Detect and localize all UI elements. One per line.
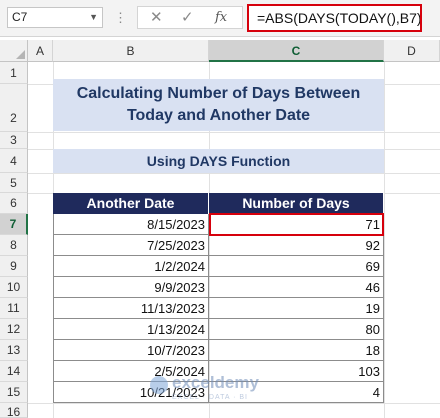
name-box[interactable]: C7 ▼	[7, 7, 103, 28]
gridline	[384, 62, 385, 418]
column-header-c[interactable]: C	[209, 40, 384, 62]
table-header-number-of-days[interactable]: Number of Days	[209, 193, 384, 214]
row-header-12[interactable]: 12	[0, 319, 28, 340]
formula-buttons: ✕ ✓ fx	[137, 6, 243, 29]
sheet-title[interactable]: Calculating Number of Days Between Today…	[53, 79, 384, 131]
row-header-1[interactable]: 1	[0, 62, 28, 84]
row-header-5[interactable]: 5	[0, 173, 28, 193]
exceldemy-watermark: exceldemy EXCEL · DATA · BI	[150, 373, 300, 407]
table-header-another-date[interactable]: Another Date	[53, 193, 209, 214]
table-cell-days[interactable]: 69	[209, 256, 384, 277]
row-header-15[interactable]: 15	[0, 382, 28, 403]
active-cell-c7[interactable]	[209, 213, 384, 236]
row-header-7[interactable]: 7	[0, 214, 28, 235]
row-header-10[interactable]: 10	[0, 277, 28, 298]
row-header-14[interactable]: 14	[0, 361, 28, 382]
row-header-4[interactable]: 4	[0, 149, 28, 173]
table-cell-date[interactable]: 8/15/2023	[53, 214, 209, 235]
row-header-3[interactable]: 3	[0, 132, 28, 149]
table-cell-days[interactable]: 18	[209, 340, 384, 361]
enter-icon[interactable]: ✓	[181, 8, 194, 26]
table-cell-date[interactable]: 10/7/2023	[53, 340, 209, 361]
gridline	[28, 173, 440, 174]
title-line-2: Today and Another Date	[126, 107, 311, 124]
formula-input[interactable]: =ABS(DAYS(TODAY(),B7))	[247, 4, 422, 32]
more-options-icon[interactable]: ⋮	[114, 10, 128, 26]
table-cell-days[interactable]: 92	[209, 235, 384, 256]
table-cell-days[interactable]: 80	[209, 319, 384, 340]
row-header-16[interactable]: 16	[0, 403, 28, 418]
gridline	[28, 132, 440, 133]
column-header-d[interactable]: D	[384, 40, 440, 62]
table-cell-date[interactable]: 11/13/2023	[53, 298, 209, 319]
row-header-9[interactable]: 9	[0, 256, 28, 277]
name-box-value: C7	[12, 10, 28, 24]
table-cell-days[interactable]: 19	[209, 298, 384, 319]
select-all-corner[interactable]	[0, 40, 28, 62]
row-header-2[interactable]: 2	[0, 84, 28, 132]
sheet-subtitle[interactable]: Using DAYS Function	[53, 149, 384, 173]
title-line-1: Calculating Number of Days Between	[76, 85, 361, 102]
chevron-down-icon[interactable]: ▼	[89, 8, 98, 27]
watermark-name: exceldemy	[172, 373, 259, 392]
exceldemy-logo-icon	[150, 376, 168, 394]
table-cell-date[interactable]: 9/9/2023	[53, 277, 209, 298]
row-header-6[interactable]: 6	[0, 193, 28, 214]
row-header-11[interactable]: 11	[0, 298, 28, 319]
column-header-b[interactable]: B	[53, 40, 209, 62]
formula-bar: C7 ▼ ⋮ ✕ ✓ fx =ABS(DAYS(TODAY(),B7))	[0, 0, 440, 37]
table-cell-days[interactable]: 46	[209, 277, 384, 298]
table-cell-date[interactable]: 7/25/2023	[53, 235, 209, 256]
insert-function-icon[interactable]: fx	[215, 10, 227, 25]
row-header-13[interactable]: 13	[0, 340, 28, 361]
watermark-tagline: EXCEL · DATA · BI	[172, 394, 248, 401]
column-header-a[interactable]: A	[28, 40, 53, 62]
table-cell-date[interactable]: 1/2/2024	[53, 256, 209, 277]
cancel-icon[interactable]: ✕	[150, 8, 163, 26]
table-cell-date[interactable]: 1/13/2024	[53, 319, 209, 340]
row-header-8[interactable]: 8	[0, 235, 28, 256]
